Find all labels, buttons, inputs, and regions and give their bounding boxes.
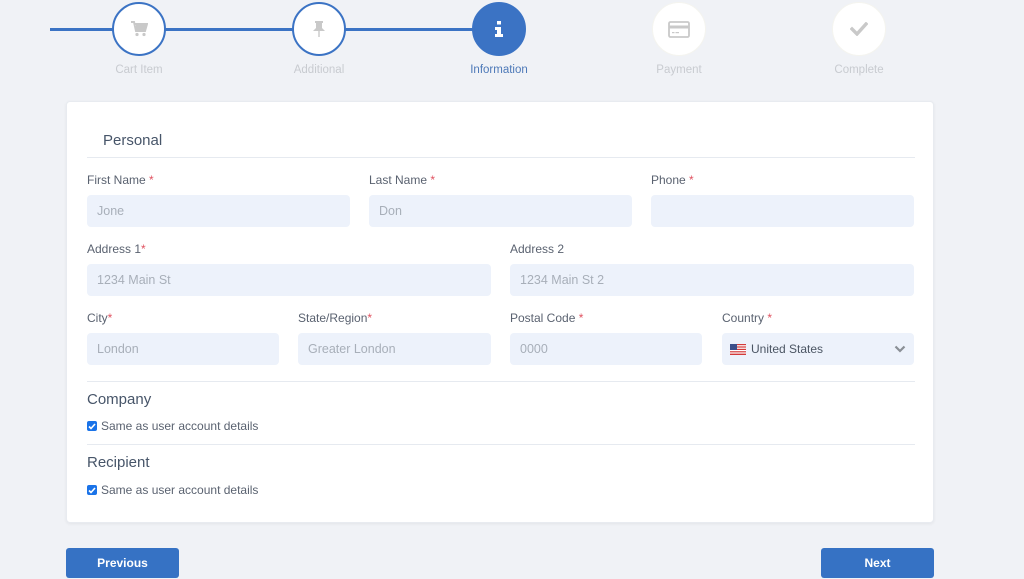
previous-button[interactable]: Previous [66,548,179,578]
last-name-label-text: Last Name [369,173,428,187]
next-button[interactable]: Next [821,548,934,578]
required-mark: * [367,311,373,325]
step-circle [832,2,886,56]
city-label-text: City [87,311,108,325]
personal-section-title: Personal [103,132,163,149]
step-information[interactable]: Information [449,2,549,76]
info-icon [494,21,504,37]
company-section-title: Company [87,391,152,408]
step-circle [112,2,166,56]
step-label: Complete [834,64,884,76]
step-label: Information [470,64,528,76]
postal-code-label-text: Postal Code [510,311,576,325]
credit-card-icon [668,20,690,38]
required-mark: * [578,311,584,325]
country-selected-value: United States [751,342,824,356]
required-mark: * [141,242,146,256]
last-name-label: Last Name * [369,173,435,187]
state-input[interactable] [298,333,491,365]
postal-code-label: Postal Code * [510,311,583,325]
address1-input[interactable] [87,264,491,296]
step-circle [472,2,526,56]
step-circle [652,2,706,56]
us-flag-icon [730,343,751,355]
phone-input[interactable] [651,195,914,227]
phone-label: Phone * [651,173,694,187]
chevron-down-icon [894,340,906,358]
phone-label-text: Phone [651,173,686,187]
state-label: State/Region* [298,311,372,325]
recipient-section-title: Recipient [87,454,150,471]
information-form-card: Personal First Name * Last Name * Phone … [66,101,934,523]
step-complete[interactable]: Complete [809,2,909,76]
recipient-checkbox-label: Same as user account details [101,483,259,497]
country-label-text: Country [722,311,765,325]
city-input[interactable] [87,333,279,365]
address2-input[interactable] [510,264,914,296]
cart-icon [130,21,148,37]
last-name-input[interactable] [369,195,632,227]
step-cart-item[interactable]: Cart Item [89,2,189,76]
checkout-stepper: Cart Item Additional Information Payment [0,0,1024,90]
step-additional[interactable]: Additional [269,2,369,76]
recipient-same-checkbox[interactable] [87,485,97,495]
recipient-same-as-account[interactable]: Same as user account details [87,483,258,497]
first-name-label: First Name * [87,173,154,187]
step-label: Additional [293,64,345,76]
company-same-checkbox[interactable] [87,421,97,431]
company-divider [87,381,915,382]
step-label: Payment [656,64,702,76]
step-circle [292,2,346,56]
required-mark: * [107,311,113,325]
city-label: City* [87,311,112,325]
address2-label: Address 2 [510,242,564,256]
country-select[interactable]: United States [722,333,914,365]
personal-divider [87,157,915,158]
pin-icon [312,20,326,38]
first-name-input[interactable] [87,195,350,227]
required-mark: * [149,173,154,187]
country-label: Country * [722,311,772,325]
postal-code-input[interactable] [510,333,702,365]
company-same-as-account[interactable]: Same as user account details [87,419,258,433]
address1-label: Address 1* [87,242,146,256]
company-checkbox-label: Same as user account details [101,419,259,433]
first-name-label-text: First Name [87,173,146,187]
required-mark: * [689,173,694,187]
address1-label-text: Address 1 [87,242,142,256]
required-mark: * [767,311,773,325]
check-icon [850,22,868,36]
address2-label-text: Address 2 [510,242,565,256]
state-label-text: State/Region [298,311,368,325]
required-mark: * [430,173,436,187]
step-label: Cart Item [115,64,163,76]
recipient-divider [87,444,915,445]
step-payment[interactable]: Payment [629,2,729,76]
